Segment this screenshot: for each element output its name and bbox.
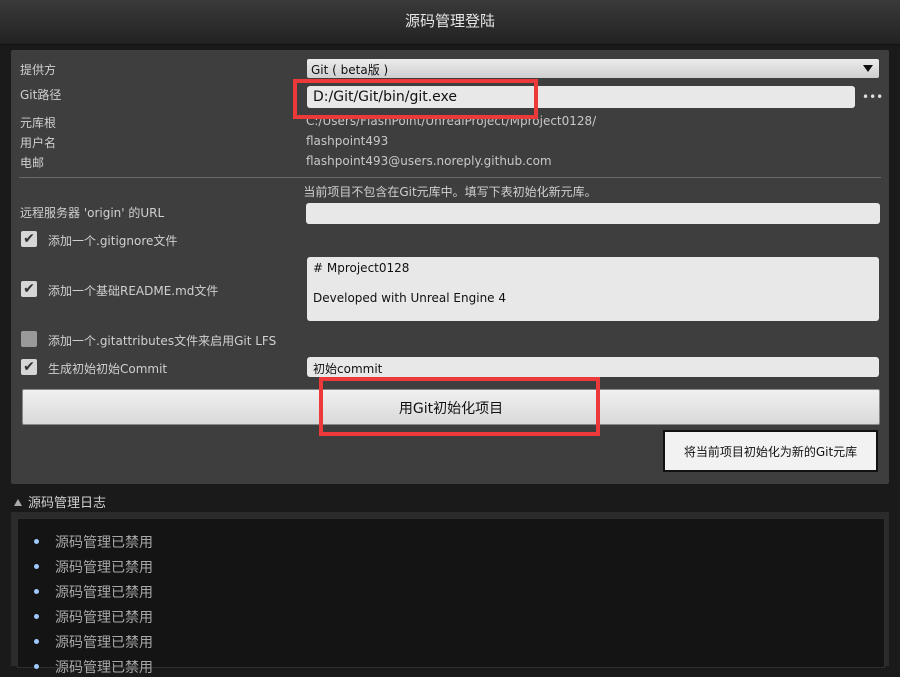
initialize-with-git-button[interactable]: 用Git初始化项目 [22, 389, 880, 425]
readme-checkbox[interactable]: ✔ [21, 281, 37, 297]
source-control-login-panel: 提供方 Git ( beta版 ) Git路径 D:/Git/Git/bin/g… [11, 50, 889, 484]
bullet-icon [34, 564, 39, 569]
user-name-value: flashpoint493 [306, 134, 389, 148]
git-path-label: Git路径 [20, 88, 62, 102]
repo-root-label: 元库根 [20, 116, 57, 130]
collapse-triangle-icon [14, 499, 22, 506]
log-item: 源码管理已禁用 [34, 657, 153, 677]
repo-root-value: C:/Users/FlashPoint/UnrealProject/Mproje… [306, 114, 597, 128]
log-item: 源码管理已禁用 [34, 607, 153, 627]
readme-label: 添加一个基础README.md文件 [48, 284, 219, 298]
section-divider [19, 177, 881, 178]
window-title: 源码管理登陆 [404, 12, 495, 30]
source-control-log-panel: 源码管理已禁用 源码管理已禁用 源码管理已禁用 源码管理已禁用 源码管理已禁用 … [11, 512, 889, 676]
email-label: 电邮 [20, 156, 45, 170]
initial-commit-message-input[interactable]: 初始commit [307, 357, 879, 377]
log-item: 源码管理已禁用 [34, 582, 153, 602]
gitattributes-checkbox[interactable] [21, 331, 37, 347]
browse-ellipsis-icon[interactable]: ••• [862, 91, 883, 104]
log-item: 源码管理已禁用 [34, 557, 153, 577]
initial-commit-message-value: 初始commit [313, 362, 383, 376]
gitattributes-label: 添加一个.gitattributes文件来启用Git LFS [48, 334, 277, 348]
not-in-repo-notice: 当前项目不包含在Git元库中。填写下表初始化新元库。 [303, 185, 597, 199]
source-control-log-title: 源码管理日志 [28, 496, 107, 511]
provider-dropdown[interactable]: Git ( beta版 ) [307, 59, 879, 78]
git-path-value: D:/Git/Git/bin/git.exe [313, 89, 458, 105]
initialize-new-repo-button[interactable]: 将当前项目初始化为新的Git元库 [663, 430, 878, 472]
initialize-with-git-label: 用Git初始化项目 [398, 401, 504, 417]
initialize-new-repo-label: 将当前项目初始化为新的Git元库 [683, 445, 858, 459]
bullet-icon [34, 589, 39, 594]
bullet-icon [34, 664, 39, 669]
initial-commit-checkbox[interactable]: ✔ [21, 359, 37, 375]
user-name-label: 用户名 [20, 136, 57, 150]
email-value: flashpoint493@users.noreply.github.com [306, 154, 552, 168]
log-item: 源码管理已禁用 [34, 532, 153, 552]
check-icon: ✔ [23, 281, 35, 297]
remote-url-label: 远程服务器 'origin' 的URL [20, 206, 165, 220]
provider-selected-value: Git ( beta版 ) [311, 63, 389, 77]
remote-url-input[interactable] [306, 203, 880, 224]
title-bar: 源码管理登陆 [0, 0, 900, 45]
bullet-icon [34, 539, 39, 544]
check-icon: ✔ [23, 359, 35, 375]
gitignore-label: 添加一个.gitignore文件 [48, 234, 178, 248]
provider-label: 提供方 [20, 63, 57, 77]
log-item: 源码管理已禁用 [34, 632, 153, 652]
gitignore-checkbox[interactable]: ✔ [21, 231, 37, 247]
chevron-down-icon [863, 65, 873, 72]
bullet-icon [34, 614, 39, 619]
readme-line-1: # Mproject0128 [313, 261, 410, 275]
source-control-log-header[interactable]: 源码管理日志 [14, 492, 106, 511]
readme-content-textarea[interactable]: # Mproject0128 Developed with Unreal Eng… [307, 257, 879, 321]
bullet-icon [34, 639, 39, 644]
readme-line-2: Developed with Unreal Engine 4 [313, 291, 507, 305]
check-icon: ✔ [23, 231, 35, 247]
initial-commit-label: 生成初始初始Commit [48, 362, 168, 376]
log-list[interactable]: 源码管理已禁用 源码管理已禁用 源码管理已禁用 源码管理已禁用 源码管理已禁用 … [17, 518, 885, 676]
git-path-input[interactable]: D:/Git/Git/bin/git.exe [307, 86, 855, 108]
